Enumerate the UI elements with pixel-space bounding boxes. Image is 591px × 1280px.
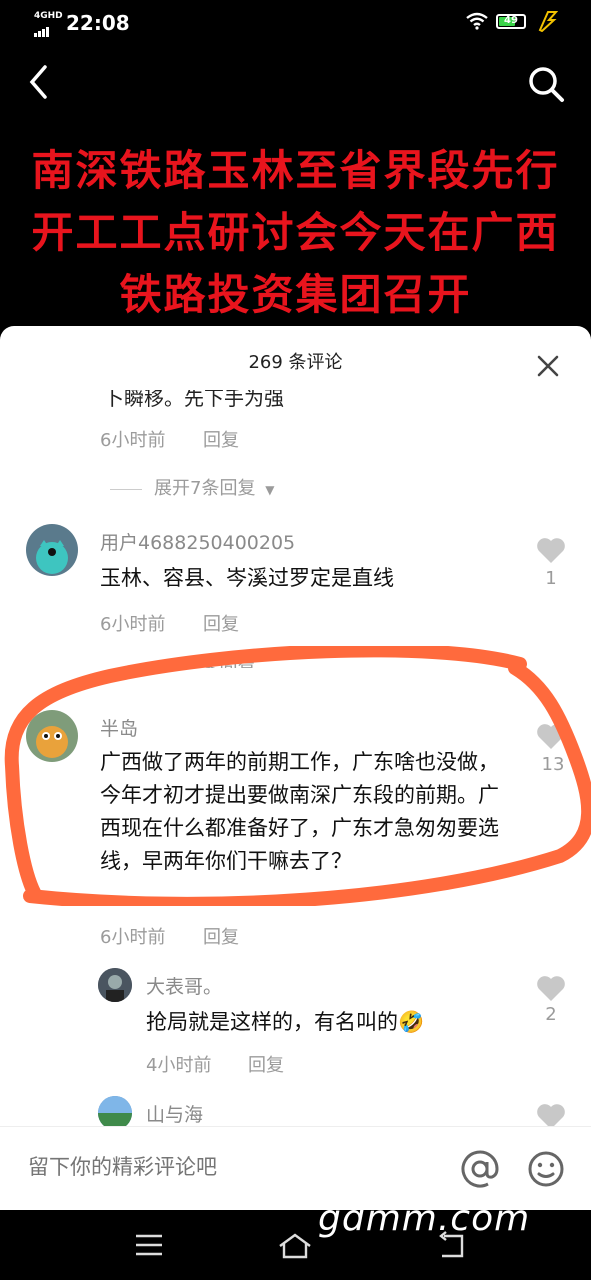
comment-username[interactable]: 用户4688250400205 [100,528,295,555]
back-button[interactable] [25,64,55,100]
menu-icon [136,1234,162,1256]
status-bar: 4GHD 22:08 49 [0,0,591,46]
signal-icon [34,22,50,41]
rofl-emoji-icon: 🤣 [398,1010,425,1034]
avatar[interactable] [98,968,132,1002]
reply-text-content: 抢局就是这样的，有名叫的 [146,1010,398,1034]
like-count: 2 [545,1004,557,1025]
annotation-circle [4,646,591,906]
heart-icon [537,538,565,563]
reply-button[interactable]: 回复 [203,923,239,949]
chevron-left-icon [29,65,47,99]
emoji-button[interactable] [526,1149,566,1193]
video-title: 南深铁路玉林至省界段先行开工工点研讨会今天在广西铁路投资集团召开 [31,146,560,319]
comment-time: 6小时前 [100,927,166,948]
reply-button[interactable]: 回复 [203,426,239,452]
close-icon [537,355,559,377]
comment-sheet: 269 条评论 卜瞬移。先下手为强 6小时前 回复 展开7条回复 ▼ 用户468… [0,326,591,1210]
home-icon [279,1233,311,1259]
search-icon [529,67,564,102]
avatar[interactable] [98,1096,132,1130]
network-indicator: 4GHD [34,11,63,21]
battery-level: 49 [504,15,518,26]
reply-button[interactable]: 回复 [203,610,239,636]
battery-icon: 49 [496,14,526,29]
reply-text: 抢局就是这样的，有名叫的🤣 [146,1006,424,1039]
comment-time: 6小时前 [100,614,166,635]
triangle-down-icon: ▼ [265,483,275,497]
menu-button[interactable] [134,1232,164,1262]
comment-count-title: 269 条评论 [248,352,343,373]
search-button[interactable] [526,64,566,104]
avatar[interactable] [26,524,78,576]
mention-button[interactable] [460,1149,500,1193]
like-button[interactable] [536,974,566,1006]
at-icon [461,1150,499,1188]
comment-input[interactable] [28,1155,428,1179]
comment-text-partial: 卜瞬移。先下手为强 [104,386,284,410]
smiley-icon [528,1151,564,1187]
heart-icon [537,976,565,1001]
like-button[interactable] [536,536,566,568]
wifi-icon [466,12,488,34]
charging-bolt-icon [536,10,559,36]
close-button[interactable] [534,352,562,380]
clock: 22:08 [66,11,130,35]
comment-text: 玉林、容县、岑溪过罗定是直线 [100,566,394,590]
expand-replies-button[interactable]: 展开7条回复 ▼ [110,474,274,500]
reply-time: 4小时前 [146,1055,212,1076]
reply-username[interactable]: 山与海 [146,1100,203,1127]
expand-replies-label: 展开7条回复 [154,478,256,499]
watermark: gdmm.com [318,1198,531,1239]
reply-button[interactable]: 回复 [248,1051,284,1077]
home-button[interactable] [278,1232,312,1264]
comment-time: 6小时前 [100,430,166,451]
reply-username[interactable]: 大表哥。 [146,972,222,999]
like-count: 1 [545,568,557,589]
